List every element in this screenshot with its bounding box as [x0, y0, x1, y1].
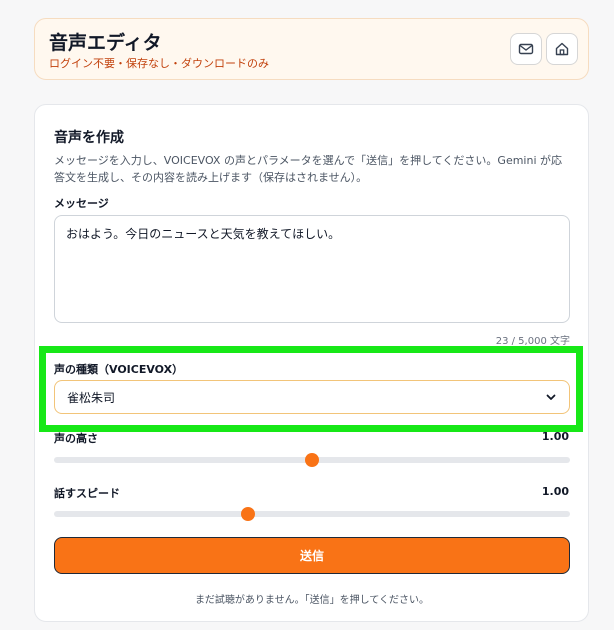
pitch-slider[interactable] — [54, 453, 570, 467]
submit-button[interactable]: 送信 — [54, 537, 570, 574]
voice-label: 声の種類（VOICEVOX） — [54, 363, 184, 376]
chevron-down-icon — [546, 394, 556, 400]
mail-button[interactable] — [510, 33, 542, 65]
section-title: 音声を作成 — [54, 130, 124, 146]
empty-preview-note: まだ試聴がありません。「送信」を押してください。 — [194, 595, 430, 606]
home-icon — [555, 42, 569, 56]
speed-value: 1.00 — [541, 485, 569, 498]
pitch-value: 1.00 — [541, 430, 569, 443]
home-button[interactable] — [546, 33, 578, 65]
voice-selected-value: 雀松朱司 — [67, 390, 116, 405]
speed-label: 話すスピード — [54, 487, 120, 500]
mail-icon — [518, 43, 534, 55]
message-input[interactable]: おはよう。今日のニュースと天気を教えてほしい。 — [54, 215, 570, 323]
speed-slider-thumb[interactable] — [240, 507, 255, 521]
message-label: メッセージ — [54, 197, 109, 210]
char-counter: 23 / 5,000 文字 — [495, 336, 570, 347]
section-description: メッセージを入力し、VOICEVOX の声とパラメータを選んで「送信」を押してく… — [54, 154, 563, 184]
pitch-slider-thumb[interactable] — [305, 453, 319, 467]
app-subtitle: ログイン不要・保存なし・ダウンロードのみ — [49, 57, 269, 70]
speed-slider[interactable] — [54, 507, 570, 521]
app-title: 音声エディタ — [49, 32, 162, 54]
app-header: 音声エディタ ログイン不要・保存なし・ダウンロードのみ — [34, 18, 589, 80]
create-voice-card: 音声を作成 メッセージを入力し、VOICEVOX の声とパラメータを選んで「送信… — [34, 104, 589, 622]
voice-select[interactable]: 雀松朱司 — [54, 380, 570, 414]
pitch-label: 声の高さ — [54, 432, 98, 445]
